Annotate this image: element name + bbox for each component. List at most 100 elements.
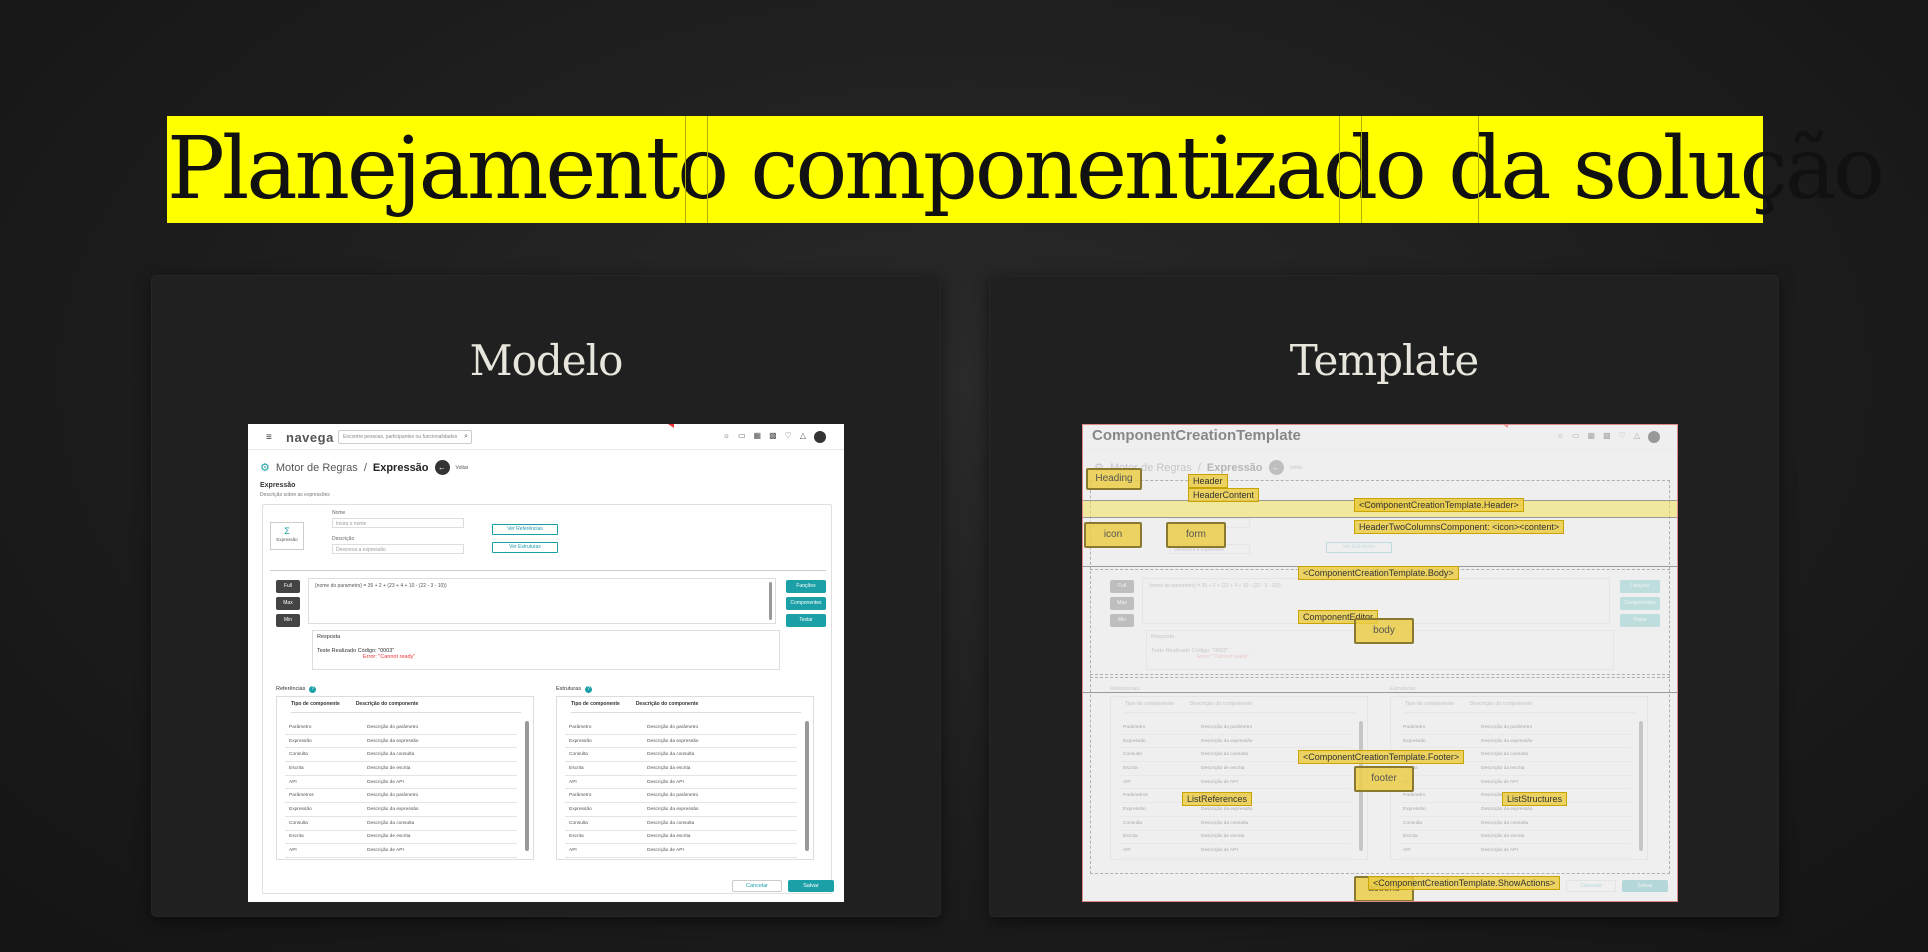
save-button[interactable]: Salvar — [788, 880, 834, 892]
cct-header-annotation: <ComponentCreationTemplate.Header> — [1354, 498, 1524, 512]
structures-rows: Parâmetro Descrição do parâmetro Expressão… — [565, 721, 797, 858]
model-panel: Modelo ≡ navega Encontre pessoas, partic… — [152, 276, 940, 916]
breadcrumb-root[interactable]: Motor de Regras — [276, 462, 358, 474]
table-row[interactable]: Parâmetro Descrição do parâmetro — [285, 721, 517, 735]
app-topbar: ≡ navega Encontre pessoas, participantes… — [248, 424, 844, 450]
cell-type: Consulta — [289, 752, 308, 758]
menu-icon[interactable]: ≡ — [266, 432, 272, 443]
calendar-icon[interactable]: ▭ — [738, 431, 746, 443]
min-button[interactable]: Min — [276, 614, 300, 627]
cell-description: Descrição do parâmetro — [367, 724, 419, 730]
search-input[interactable]: Encontre pessoas, participantes ou funci… — [338, 430, 472, 444]
body-line — [1082, 692, 1678, 693]
col-desc[interactable]: Descrição do componente — [356, 701, 419, 712]
cell-description: Descrição de API — [647, 779, 684, 785]
search-icon: ⌕ — [464, 433, 468, 440]
slide-title: Planejamento componentizado da solução — [167, 116, 1885, 223]
full-button[interactable]: Full — [276, 580, 300, 593]
table-row[interactable]: Escrita Descrição da escrita — [565, 831, 797, 845]
table-row[interactable]: Expressão Descrição da expressão — [565, 803, 797, 817]
list-structures-annotation: ListStructures — [1502, 792, 1568, 806]
title-word-4: solução — [1572, 119, 1885, 219]
back-label[interactable]: Voltar — [456, 465, 469, 471]
app-logo: navega — [286, 430, 334, 445]
icon-label: Expressão — [276, 537, 298, 542]
table-header: Tipo de componente Descrição do component… — [291, 701, 521, 713]
componentes-button[interactable]: Componentes — [786, 597, 826, 610]
title-separator — [1478, 116, 1479, 223]
heart-icon[interactable]: ♡ — [785, 431, 792, 443]
model-screenshot: ≡ navega Encontre pessoas, participantes… — [248, 424, 844, 902]
help-icon[interactable]: ? — [585, 686, 593, 693]
footer-annotation: footer — [1354, 766, 1414, 792]
table-row[interactable]: Escrita Descrição de escrita — [285, 831, 517, 845]
gear-icon: ⚙ — [260, 462, 270, 474]
cct-footer-annotation: <ComponentCreationTemplate.Footer> — [1298, 750, 1465, 764]
avatar[interactable] — [814, 431, 826, 443]
response-title: Resposta — [317, 634, 341, 640]
cell-description: Descrição de API — [367, 848, 404, 854]
structures-table: Tipo de componente Descrição do component… — [556, 696, 814, 860]
table-row[interactable]: API Descrição de API — [285, 776, 517, 790]
cell-description: Descrição da expressão — [647, 738, 699, 744]
ver-estruturas-button[interactable]: Ver Estruturas — [492, 542, 558, 553]
table-row[interactable]: Parâmetro Descrição do parâmetro — [565, 789, 797, 804]
template-screenshot: ☼ ▭ ▦ ▩ ♡ △ ⚙ Motor de Regras / Expressã… — [1082, 424, 1678, 902]
response-error: Error: "Cannot ready" — [363, 654, 416, 660]
name-field[interactable]: Insira o nome — [332, 518, 464, 528]
col-tipo[interactable]: Tipo de componente — [291, 701, 340, 712]
table-header: Tipo de componente Descrição do component… — [571, 701, 801, 713]
grid-icon[interactable]: ▩ — [769, 431, 777, 443]
table-icon[interactable]: ▦ — [754, 431, 762, 443]
body-annotation: body — [1354, 618, 1414, 644]
table-row[interactable]: Escrita Descrição de escrita — [285, 762, 517, 776]
editor-scrollbar[interactable] — [769, 582, 772, 620]
col-desc[interactable]: Descrição do componente — [636, 701, 699, 712]
editor-text: {nome do parametro} = 35 + 2 + (23 + 4 +… — [315, 583, 447, 589]
table-row[interactable]: Consulta Descrição da consulta — [565, 817, 797, 831]
table-row[interactable]: Expressão Descrição da expressão — [285, 735, 517, 749]
table-row[interactable]: Expressão Descrição da expressão — [565, 735, 797, 749]
help-icon[interactable]: ? — [309, 686, 317, 693]
cell-type: Escrita — [569, 834, 584, 840]
max-button[interactable]: Max — [276, 597, 300, 610]
cell-description: Descrição da expressão — [367, 738, 419, 744]
table-row[interactable]: API Descrição de API — [565, 776, 797, 790]
desc-field[interactable]: Descreva a expressão — [332, 544, 464, 554]
table-scrollbar[interactable] — [805, 721, 809, 851]
table-row[interactable]: Expressão Descrição da expressão — [285, 803, 517, 817]
cell-description: Descrição da consulta — [367, 820, 415, 826]
cell-description: Descrição de escrita — [367, 834, 411, 840]
table-scrollbar[interactable] — [525, 721, 529, 851]
expression-editor[interactable]: {nome do parametro} = 35 + 2 + (23 + 4 +… — [308, 578, 776, 624]
testar-button[interactable]: Testar — [786, 614, 826, 627]
cell-description: Descrição da consulta — [647, 820, 695, 826]
table-row[interactable]: Parâmetros Descrição do parâmetro — [285, 789, 517, 804]
cell-type: API — [569, 848, 577, 854]
sun-icon[interactable]: ☼ — [723, 431, 730, 443]
bell-icon[interactable]: △ — [800, 431, 806, 443]
table-row[interactable]: Consulta Descrição da consulta — [285, 748, 517, 763]
table-row[interactable]: API Descrição de API — [565, 844, 797, 858]
table-row[interactable]: Parâmetro Descrição do parâmetro — [565, 721, 797, 735]
list-references-annotation: ListReferences — [1182, 792, 1253, 806]
cell-type: Escrita — [569, 765, 584, 771]
ver-referencias-button[interactable]: Ver Referências — [492, 524, 558, 535]
table-row[interactable]: Consulta Descrição da consulta — [285, 817, 517, 831]
cell-description: Descrição da consulta — [647, 752, 695, 758]
cancel-button[interactable]: Cancelar — [732, 880, 782, 892]
funcoes-button[interactable]: Funções — [786, 580, 826, 593]
references-table: Tipo de componente Descrição do component… — [276, 696, 534, 860]
col-tipo[interactable]: Tipo de componente — [571, 701, 620, 712]
page-title: Expressão — [260, 482, 296, 489]
header-content-annotation: HeaderContent — [1188, 488, 1260, 502]
back-icon[interactable]: ← — [434, 460, 450, 475]
cell-description: Descrição da consulta — [367, 752, 415, 758]
cell-type: Parâmetro — [569, 724, 592, 730]
table-row[interactable]: Escrita Descrição da escrita — [565, 762, 797, 776]
table-row[interactable]: Consulta Descrição da consulta — [565, 748, 797, 763]
cell-type: Escrita — [289, 765, 304, 771]
table-row[interactable]: API Descrição de API — [285, 844, 517, 858]
title-separator — [1339, 116, 1340, 223]
title-separator — [685, 116, 686, 223]
